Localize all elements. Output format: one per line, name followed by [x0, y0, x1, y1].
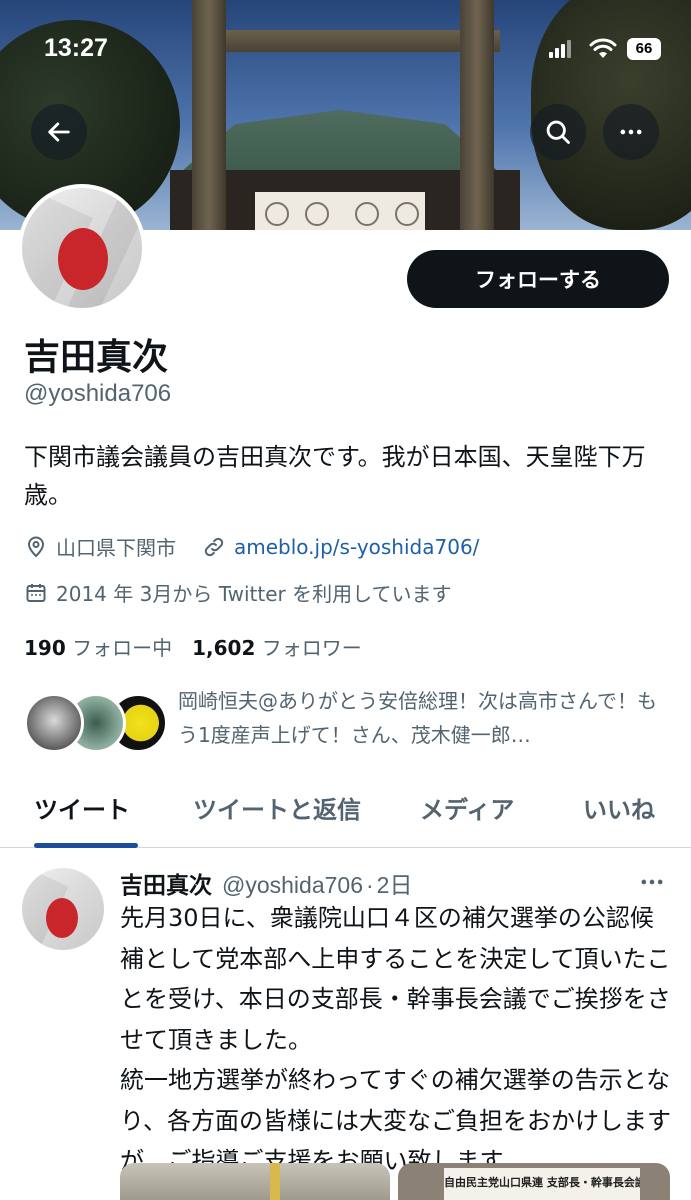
profile-bio: 下関市議会議員の吉田真次です。我が日本国、天皇陛下万歳。	[24, 443, 646, 509]
location-pin-icon	[27, 536, 45, 557]
profile-location: 山口県下関市	[56, 536, 176, 560]
search-button[interactable]	[530, 104, 586, 160]
profile-website-link[interactable]: ameblo.jp/s-yoshida706/	[234, 535, 479, 559]
followed-by-text[interactable]: 岡崎恒夫@ありがとう安倍総理！次は高市さんで！もう1度産声上げて！さん、茂木健一…	[178, 684, 668, 752]
banner-crest	[395, 202, 419, 226]
status-time: 13:27	[44, 34, 108, 62]
more-horizontal-icon	[620, 129, 642, 135]
tweet-time[interactable]: 2日	[377, 866, 413, 900]
profile-handle: @yoshida706	[24, 380, 172, 407]
followed-by-avatars[interactable]	[24, 693, 168, 755]
tweet-media-image[interactable]	[120, 1163, 390, 1200]
follower-avatar	[24, 693, 84, 753]
tweet-author-handle[interactable]: @yoshida706	[222, 872, 363, 899]
active-tab-indicator	[34, 843, 138, 848]
tab-likes[interactable]: いいね	[583, 790, 655, 825]
followers-link[interactable]: 1,602 フォロワー	[192, 632, 362, 661]
tweet-media-image[interactable]: 自由民主党山口県連 支部長・幹事長会議	[398, 1163, 670, 1200]
followers-label: フォロワー	[261, 636, 362, 660]
follow-counts: 190 フォロー中 1,602 フォロワー	[24, 632, 362, 661]
tweet-header: 吉田真次 @yoshida706 · 2日	[120, 866, 412, 900]
back-button[interactable]	[31, 104, 87, 160]
avatar-flag-image	[22, 868, 104, 950]
following-link[interactable]: 190 フォロー中	[24, 632, 172, 661]
profile-joined-date: 2014 年 3月から Twitter を利用しています	[56, 582, 452, 606]
profile-meta-row: 山口県下関市 ameblo.jp/s-yoshida706/	[24, 532, 479, 561]
tab-tweets[interactable]: ツイート	[34, 790, 130, 825]
profile-avatar[interactable]	[18, 184, 146, 312]
arrow-left-icon	[48, 122, 70, 142]
tab-media[interactable]: メディア	[420, 790, 514, 825]
followers-count: 1,602	[192, 636, 256, 660]
tab-tweets-replies[interactable]: ツイートと返信	[193, 790, 361, 825]
tweet-author-avatar[interactable]	[22, 868, 104, 950]
tweet-more-icon[interactable]	[636, 868, 668, 896]
banner-torii-beam	[200, 30, 500, 52]
wifi-icon	[589, 38, 617, 58]
tweet-text: 先月30日に、衆議院山口４区の補欠選挙の公認候補として党本部へ上申することを決定…	[120, 904, 672, 1175]
media-banner-sign: 自由民主党山口県連 支部長・幹事長会議	[444, 1168, 640, 1200]
avatar-flag-image	[22, 188, 142, 308]
banner-torii-post	[460, 0, 494, 230]
tweet-author-name[interactable]: 吉田真次	[120, 866, 212, 900]
following-label: フォロー中	[72, 636, 173, 660]
banner-crest	[305, 202, 329, 226]
battery-indicator: 66	[627, 38, 661, 60]
link-icon	[204, 537, 224, 556]
cellular-signal-icon	[549, 40, 573, 58]
profile-tabs: ツイート ツイートと返信 メディア いいね	[0, 770, 691, 848]
tweet-separator: ·	[366, 872, 374, 898]
more-button[interactable]	[603, 104, 659, 160]
banner-crest	[265, 202, 289, 226]
profile-joined-row: 2014 年 3月から Twitter を利用しています	[24, 578, 451, 607]
following-count: 190	[24, 636, 66, 660]
media-detail	[270, 1163, 280, 1200]
banner-torii-post	[192, 0, 226, 230]
calendar-icon	[26, 583, 46, 602]
follow-button[interactable]: フォローする	[407, 250, 669, 308]
profile-name: 吉田真次	[24, 337, 169, 378]
banner-crest	[355, 202, 379, 226]
search-icon	[546, 120, 570, 144]
